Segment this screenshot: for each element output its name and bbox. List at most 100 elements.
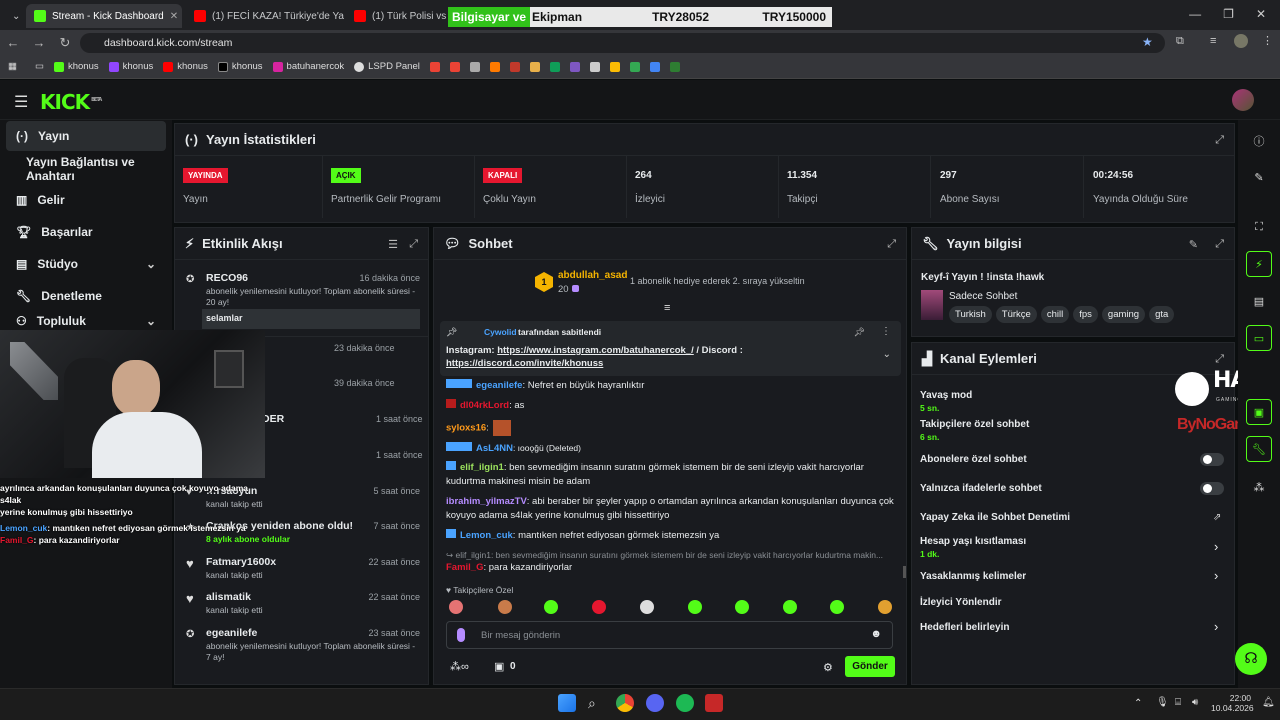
bookmark-instagram[interactable]: batuhanercok <box>272 61 344 72</box>
tab-search-button[interactable]: ⌄ <box>4 4 24 28</box>
emote-icon[interactable] <box>878 600 892 614</box>
store-quick-icon[interactable]: ▣ <box>1246 399 1272 425</box>
bookmark-lspd[interactable]: LSPD Panel <box>354 61 420 72</box>
tab-youtube-1[interactable]: (1) FECİ KAZA! Türkiye'de Yaşan ✕ <box>186 4 344 28</box>
hamburger-menu-icon[interactable]: ☰ <box>14 92 28 112</box>
edit-icon[interactable]: ✎ <box>1189 238 1198 251</box>
chat-user[interactable]: AsL4NN <box>476 443 513 454</box>
settings-gear-icon[interactable]: ⚙ <box>823 661 833 674</box>
subscribers-only-toggle[interactable] <box>1200 453 1224 466</box>
tab-youtube-2[interactable]: (1) Türk Polisi vs. 3 Terö <box>346 4 446 28</box>
bookmark-youtube[interactable]: khonus <box>163 61 208 72</box>
close-icon[interactable]: ✕ <box>170 11 178 22</box>
quick-action-lightning-icon[interactable]: ⚡︎ <box>1246 251 1272 277</box>
community-quick-icon[interactable]: ⁂ <box>1246 474 1272 500</box>
chat-scrollbar[interactable] <box>903 566 906 578</box>
store-icon[interactable]: ▣ <box>494 660 504 673</box>
close-window-icon[interactable]: ✕ <box>1256 7 1266 21</box>
reload-icon[interactable]: ↻ <box>52 35 78 51</box>
search-icon[interactable]: ⌕ <box>588 695 596 712</box>
fullscreen-icon[interactable]: ⛶ <box>1246 214 1272 240</box>
tag[interactable]: fps <box>1073 306 1098 323</box>
bookmark-star-icon[interactable]: ★ <box>1142 35 1153 49</box>
bookmark-twitch[interactable]: khonus <box>108 61 153 72</box>
emoji-icon[interactable]: ☻ <box>870 628 882 640</box>
chat-user[interactable]: syloxs16 <box>446 423 486 434</box>
chat-user[interactable]: elif_ilgin1 <box>460 462 504 473</box>
forms-icon[interactable] <box>569 61 580 72</box>
clipboard-icon[interactable]: ▤ <box>1246 288 1272 314</box>
popout-icon[interactable]: ⤢ <box>1215 134 1224 147</box>
channel-points-icon[interactable]: ⁂∞ <box>450 660 469 673</box>
tag[interactable]: chill <box>1040 306 1070 323</box>
sidebar-item-gelir[interactable]: ▥ Gelir <box>6 185 166 215</box>
bookmark-x[interactable]: khonus <box>217 61 263 72</box>
emote-icon[interactable] <box>592 600 606 614</box>
tag[interactable]: gaming <box>1101 306 1146 323</box>
emote-icon[interactable] <box>735 600 749 614</box>
apps-icon[interactable]: ▦ <box>8 61 17 72</box>
emote-icon[interactable] <box>498 600 512 614</box>
discord-icon[interactable] <box>646 694 664 712</box>
extension-icon[interactable] <box>509 61 520 72</box>
chat-quick-icon[interactable]: ▭ <box>1246 325 1272 351</box>
user-avatar[interactable] <box>1232 89 1254 111</box>
microphone-icon[interactable] <box>457 628 465 642</box>
chat-user[interactable]: egeanilefe <box>476 380 522 391</box>
tag[interactable]: Türkçe <box>995 306 1037 323</box>
instagram-link[interactable]: https://www.instagram.com/batuhanercok_/ <box>497 345 694 356</box>
notification-icon[interactable]: 🔔︎ <box>1262 697 1275 708</box>
extension-icon[interactable] <box>489 61 500 72</box>
menu-icon[interactable]: ⋮ <box>1262 34 1273 47</box>
sidebar-item-studyo[interactable]: ▤ Stüdyo ⌄ <box>6 249 166 279</box>
drive-icon[interactable] <box>609 61 620 72</box>
url-input[interactable]: dashboard.kick.com/stream <box>80 33 1165 53</box>
spotify-icon[interactable] <box>676 694 694 712</box>
obs-app-icon[interactable] <box>705 694 723 712</box>
external-link-icon[interactable]: ⇗ <box>1213 512 1221 523</box>
sidebar-item-yayin[interactable]: (·) Yayın <box>6 121 166 151</box>
media-icon[interactable]: ≡ <box>1210 35 1216 47</box>
minimize-icon[interactable]: — <box>1189 7 1201 21</box>
docs-icon[interactable] <box>469 61 480 72</box>
emote-icon[interactable] <box>830 600 844 614</box>
chat-input[interactable]: Bir mesaj gönderin ☻ <box>446 621 893 649</box>
sidebar-item-topluluk[interactable]: ⚇ Topluluk ⌄ <box>6 313 166 329</box>
folder-icon[interactable]: ▭ <box>35 61 44 72</box>
tag[interactable]: Turkish <box>949 306 992 323</box>
tag[interactable]: gta <box>1149 306 1175 323</box>
emote-icon[interactable] <box>783 600 797 614</box>
chat-user[interactable]: Lemon_cuk <box>460 530 513 541</box>
chat-user[interactable]: ibrahim_yilmazTV <box>446 496 527 507</box>
tray-chevron-icon[interactable]: ⌃ <box>1134 698 1142 709</box>
popout-icon[interactable]: ⤢ <box>1215 353 1224 366</box>
sheets-icon[interactable] <box>549 61 560 72</box>
account-age-row[interactable]: Hesap yaşı kısıtlaması 1 dk. <box>920 536 1230 559</box>
chevron-right-icon[interactable]: › <box>1214 568 1218 583</box>
banned-words-row[interactable]: Yasaklanmış kelimeler <box>920 571 1230 582</box>
wrench-quick-icon[interactable]: 🔧︎ <box>1246 436 1272 462</box>
sidebar-item-basarilar[interactable]: 🏆︎ Başarılar <box>6 217 166 247</box>
top-gifter-name[interactable]: abdullah_asad <box>558 270 627 281</box>
bookmark-kick[interactable]: khonus <box>53 61 99 72</box>
sidebar-item-stream-key[interactable]: Yayın Bağlantısı ve Anahtarı <box>6 154 174 184</box>
extension-icon[interactable] <box>649 61 660 72</box>
popout-icon[interactable]: ⤢ <box>1215 238 1224 251</box>
host-row[interactable]: İzleyici Yönlendir <box>920 597 1230 608</box>
leaderboard-collapse-icon[interactable]: ≡ <box>664 302 670 314</box>
back-icon[interactable]: ← <box>0 35 26 50</box>
emote-icon[interactable] <box>688 600 702 614</box>
chrome-icon[interactable] <box>616 694 634 712</box>
network-icon[interactable]: ⌸ <box>1175 697 1181 708</box>
support-headset-icon[interactable]: ☊ <box>1235 643 1267 675</box>
microphone-tray-icon[interactable]: 🎙︎ <box>1156 697 1169 708</box>
chat-user[interactable]: Famil_G <box>446 562 484 573</box>
gmail-icon[interactable] <box>449 61 460 72</box>
filter-icon[interactable]: ☰ <box>388 238 398 251</box>
chat-user[interactable]: dl04rkLord <box>460 400 509 411</box>
ai-moderation-row[interactable]: Yapay Zeka ile Sohbet Denetimi <box>920 512 1230 523</box>
popout-icon[interactable]: ⤢ <box>409 238 418 251</box>
kick-logo[interactable]: KICK BETA <box>40 90 102 114</box>
info-icon[interactable]: ⓘ <box>1246 128 1272 154</box>
windows-start-icon[interactable] <box>558 694 576 712</box>
